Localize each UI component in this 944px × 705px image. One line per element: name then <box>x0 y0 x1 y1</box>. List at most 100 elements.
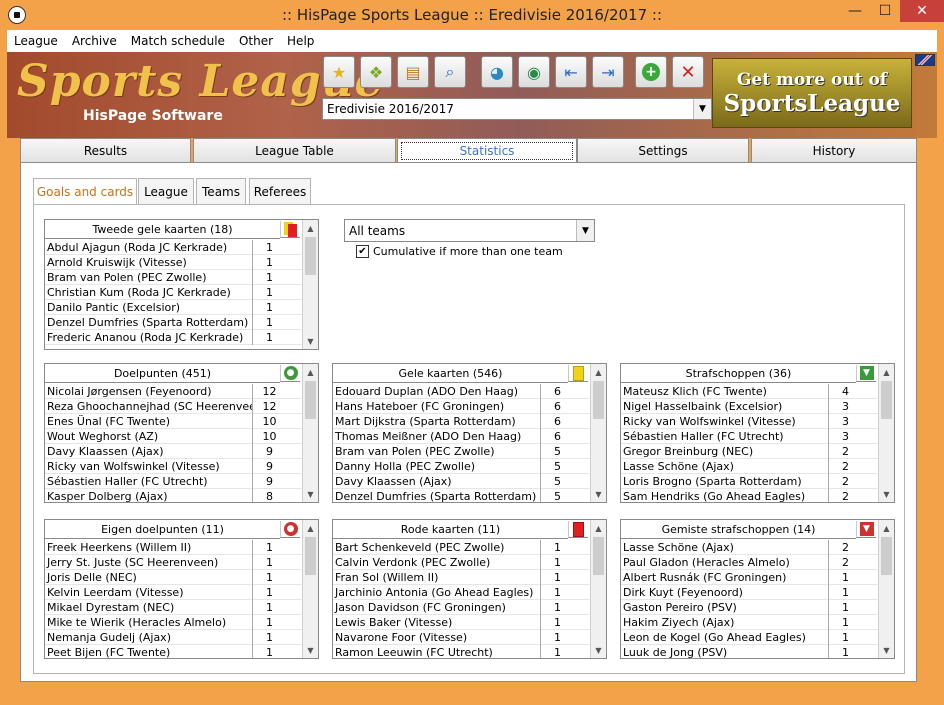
scrollbar[interactable]: ▲ ▼ <box>590 364 606 502</box>
red-table[interactable]: Rode kaarten (11) Bart Schenkeveld (PEC Z… <box>332 519 607 659</box>
menu-league[interactable]: League <box>7 34 65 48</box>
table-row[interactable]: Davy Klaassen (Ajax) 5 <box>333 473 590 489</box>
table-row[interactable]: Kelvin Leerdam (Vitesse) 1 <box>45 584 302 600</box>
table-row[interactable]: Peet Bijen (FC Twente) 1 <box>45 644 302 658</box>
scrollbar[interactable]: ▲ ▼ <box>878 364 894 502</box>
maximize-button[interactable]: ☐ <box>870 0 900 22</box>
close-button[interactable]: ✕ <box>900 0 944 22</box>
favorite-button[interactable]: ★ <box>323 56 355 88</box>
scroll-down-icon[interactable]: ▼ <box>303 333 318 349</box>
scroll-thumb[interactable] <box>881 537 892 575</box>
menu-archive[interactable]: Archive <box>65 34 124 48</box>
table-row[interactable]: Denzel Dumfries (Sparta Rotterdam) 1 <box>45 314 302 330</box>
scroll-thumb[interactable] <box>305 237 316 275</box>
scrollbar[interactable]: ▲ ▼ <box>302 520 318 658</box>
table-row[interactable]: Albert Rusnák (FC Groningen) 1 <box>621 569 878 585</box>
table-row[interactable]: Joris Delle (NEC) 1 <box>45 569 302 585</box>
search-button[interactable]: ⌕ <box>434 56 466 88</box>
table-row[interactable]: Ricky van Wolfswinkel (Vitesse) 3 <box>621 413 878 429</box>
table-row[interactable]: Calvin Verdonk (PEC Zwolle) 1 <box>333 554 590 570</box>
scroll-thumb[interactable] <box>881 381 892 419</box>
table-row[interactable]: Ricky van Wolfswinkel (Vitesse) 9 <box>45 458 302 474</box>
table-row[interactable]: Nemanja Gudelj (Ajax) 1 <box>45 629 302 645</box>
scrollbar[interactable]: ▲ ▼ <box>302 364 318 502</box>
scroll-thumb[interactable] <box>305 537 316 575</box>
delete-button[interactable]: ✕ <box>672 56 704 88</box>
table-row[interactable]: Danilo Pantic (Excelsior) 1 <box>45 299 302 315</box>
table-row[interactable]: Mateusz Klich (FC Twente) 4 <box>621 383 878 399</box>
table-row[interactable]: Arnold Kruiswijk (Vitesse) 1 <box>45 254 302 270</box>
minimize-button[interactable]: — <box>840 0 870 22</box>
table-row[interactable]: Frederic Ananou (Roda JC Kerkrade) 1 <box>45 329 302 345</box>
table-row[interactable]: Hakim Ziyech (Ajax) 1 <box>621 614 878 630</box>
scroll-down-icon[interactable]: ▼ <box>879 486 894 502</box>
table-row[interactable]: Reza Ghoochannejhad (SC Heerenveen) 12 <box>45 398 302 414</box>
cumulative-checkbox[interactable]: ✔ Cumulative if more than one team <box>356 245 563 258</box>
table-row[interactable]: Edouard Duplan (ADO Den Haag) 6 <box>333 383 590 399</box>
table-row[interactable]: Lewis Baker (Vitesse) 1 <box>333 614 590 630</box>
table-row[interactable]: Christian Kum (Roda JC Kerkrade) 1 <box>45 284 302 300</box>
table-row[interactable]: Leon de Kogel (Go Ahead Eagles) 1 <box>621 629 878 645</box>
add-button[interactable]: + <box>635 56 667 88</box>
table-row[interactable]: Nicolai Jørgensen (Feyenoord) 12 <box>45 383 302 399</box>
table-row[interactable]: Thomas Meißner (ADO Den Haag) 6 <box>333 428 590 444</box>
scroll-up-icon[interactable]: ▲ <box>879 364 894 380</box>
table-row[interactable]: Dirk Kuyt (Feyenoord) 1 <box>621 584 878 600</box>
table-row[interactable]: Danny Holla (PEC Zwolle) 5 <box>333 458 590 474</box>
promo-banner[interactable]: Get more out of SportsLeague <box>712 58 912 128</box>
scroll-thumb[interactable] <box>593 537 604 575</box>
scroll-down-icon[interactable]: ▼ <box>303 486 318 502</box>
scroll-down-icon[interactable]: ▼ <box>879 642 894 658</box>
subtab-goals-and-cards[interactable]: Goals and cards <box>33 178 137 205</box>
table-row[interactable]: Gaston Pereiro (PSV) 1 <box>621 599 878 615</box>
table-row[interactable]: Bram van Polen (PEC Zwolle) 5 <box>333 443 590 459</box>
table-row[interactable]: Jason Davidson (FC Groningen) 1 <box>333 599 590 615</box>
table-row[interactable]: Jerry St. Juste (SC Heerenveen) 1 <box>45 554 302 570</box>
table-row[interactable]: Freek Heerkens (Willem II) 1 <box>45 539 302 555</box>
table-row[interactable]: Bart Schenkeveld (PEC Zwolle) 1 <box>333 539 590 555</box>
tab-statistics[interactable]: Statistics <box>397 138 577 163</box>
table-row[interactable]: Sébastien Haller (FC Utrecht) 3 <box>621 428 878 444</box>
table-row[interactable]: Lasse Schöne (Ajax) 2 <box>621 539 878 555</box>
scroll-down-icon[interactable]: ▼ <box>591 486 606 502</box>
table-row[interactable]: Nigel Hasselbaink (Excelsior) 3 <box>621 398 878 414</box>
table-row[interactable]: Paul Gladon (Heracles Almelo) 2 <box>621 554 878 570</box>
subtab-referees[interactable]: Referees <box>249 178 311 205</box>
table-row[interactable]: Davy Klaassen (Ajax) 9 <box>45 443 302 459</box>
own-goals-table[interactable]: Eigen doelpunten (11) ● Freek Heerkens (Wi… <box>44 519 319 659</box>
box-button[interactable]: ❖ <box>360 56 392 88</box>
import-button[interactable]: ⇤ <box>555 56 587 88</box>
missed-penalties-table[interactable]: Gemiste strafschoppen (14) ▼ Lasse Schöne … <box>620 519 895 659</box>
penalties-table[interactable]: Strafschoppen (36) ▼ Mateusz Klich (FC Twe… <box>620 363 895 503</box>
chevron-down-icon[interactable]: ▼ <box>693 99 711 119</box>
table-row[interactable]: Bram van Polen (PEC Zwolle) 1 <box>45 269 302 285</box>
scrollbar[interactable]: ▲ ▼ <box>302 220 318 349</box>
chevron-down-icon[interactable]: ▼ <box>576 220 594 241</box>
checkbox-checked-icon[interactable]: ✔ <box>356 245 369 258</box>
scroll-up-icon[interactable]: ▲ <box>591 520 606 536</box>
table-row[interactable]: Mart Dijkstra (Sparta Rotterdam) 6 <box>333 413 590 429</box>
archive-button[interactable]: ▤ <box>397 56 429 88</box>
yellow-table[interactable]: Gele kaarten (546) Edouard Duplan (ADO De… <box>332 363 607 503</box>
team-filter-select[interactable]: All teams ▼ <box>344 219 595 242</box>
scroll-up-icon[interactable]: ▲ <box>303 520 318 536</box>
scroll-up-icon[interactable]: ▲ <box>591 364 606 380</box>
table-row[interactable]: Hans Hateboer (FC Groningen) 6 <box>333 398 590 414</box>
tab-league-table[interactable]: League Table <box>193 138 396 163</box>
menu-other[interactable]: Other <box>232 34 280 48</box>
uk-flag-icon[interactable] <box>915 54 935 66</box>
open-button[interactable]: ◕ <box>481 56 513 88</box>
scrollbar[interactable]: ▲ ▼ <box>878 520 894 658</box>
scroll-thumb[interactable] <box>593 381 604 419</box>
second-yellow-table[interactable]: Tweede gele kaarten (18) Abdul Ajagun (Ro… <box>44 219 319 350</box>
table-row[interactable]: Mikael Dyrestam (NEC) 1 <box>45 599 302 615</box>
scroll-up-icon[interactable]: ▲ <box>879 520 894 536</box>
menu-help[interactable]: Help <box>280 34 321 48</box>
export-button[interactable]: ⇥ <box>592 56 624 88</box>
scroll-down-icon[interactable]: ▼ <box>303 642 318 658</box>
scroll-up-icon[interactable]: ▲ <box>303 220 318 236</box>
tab-history[interactable]: History <box>751 138 917 163</box>
subtab-league[interactable]: League <box>138 178 194 205</box>
subtab-teams[interactable]: Teams <box>196 178 246 205</box>
league-select[interactable]: Eredivisie 2016/2017 ▼ <box>322 98 712 120</box>
